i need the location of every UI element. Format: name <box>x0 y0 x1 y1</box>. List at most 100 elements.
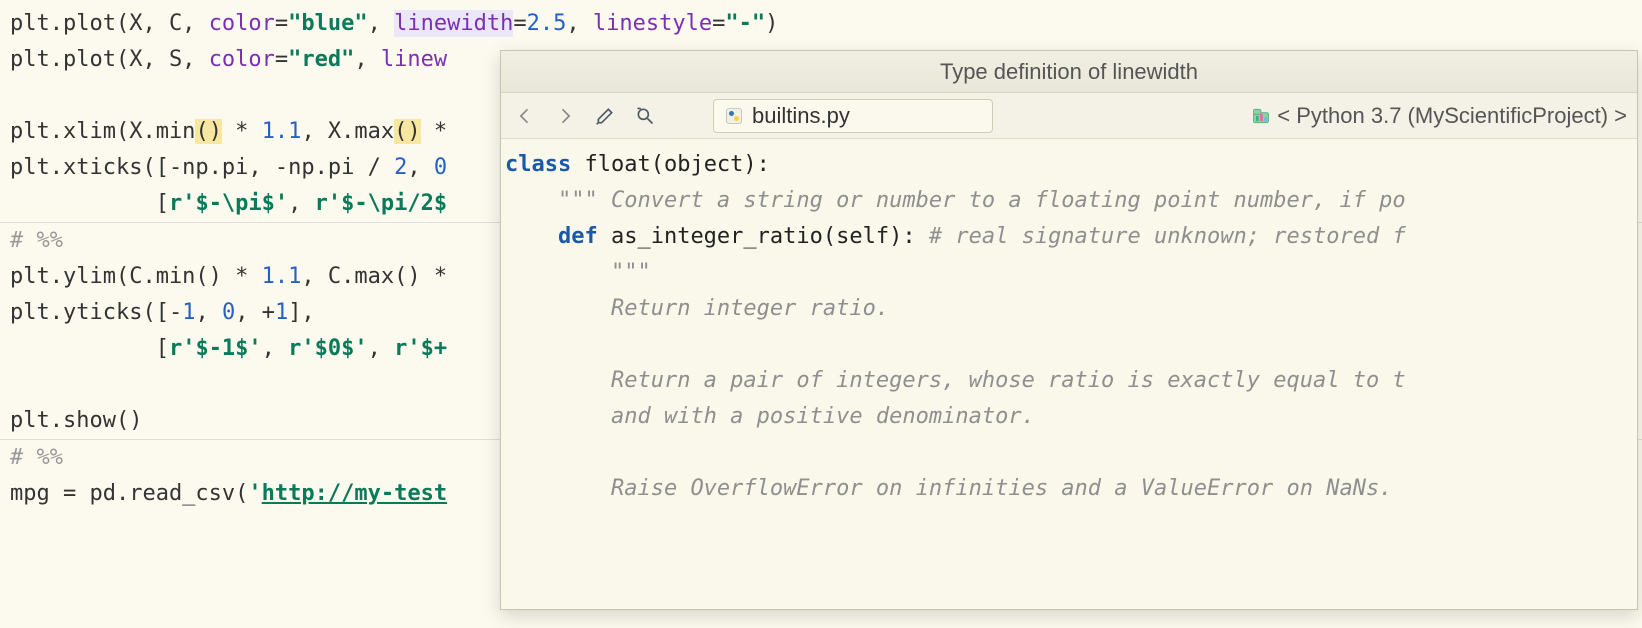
forward-icon[interactable] <box>551 102 579 130</box>
code-token: ) <box>209 119 222 144</box>
code-token: 0 <box>434 155 447 180</box>
code-token: , <box>262 336 289 361</box>
code-token: 0 <box>222 300 235 325</box>
code-token: * <box>222 119 262 144</box>
popup-code-line: Return integer ratio. <box>505 291 1637 327</box>
code-token: , <box>566 11 593 36</box>
code-token: plt.plot(X, S, <box>10 47 209 72</box>
code-token: = <box>275 11 288 36</box>
code-token: http://my-test <box>262 481 447 506</box>
code-token: ], <box>288 300 315 325</box>
code-token: linewidth <box>394 10 513 37</box>
code-token <box>505 476 611 501</box>
code-token: linew <box>381 47 447 72</box>
code-token <box>505 296 611 321</box>
code-token: # %% <box>10 445 63 470</box>
code-token: linestyle <box>593 11 712 36</box>
code-token: , + <box>235 300 275 325</box>
code-token: ( <box>195 119 208 144</box>
code-token: 2.5 <box>527 11 567 36</box>
find-icon[interactable] <box>631 102 659 130</box>
code-line[interactable]: plt.plot(X, C, color="blue", linewidth=2… <box>10 6 1642 42</box>
code-token <box>505 188 558 213</box>
code-token: plt.yticks([- <box>10 300 182 325</box>
code-token: # real signature unknown; restored f <box>929 224 1406 249</box>
code-token: plt.xlim(X.min <box>10 119 195 144</box>
code-token: 1 <box>275 300 288 325</box>
popup-code-line: Return a pair of integers, whose ratio i… <box>505 363 1637 399</box>
code-token: """ <box>611 260 651 285</box>
code-token: r'$+ <box>394 336 447 361</box>
code-token: , <box>195 300 222 325</box>
code-token: color <box>209 47 275 72</box>
code-token: ) <box>765 11 778 36</box>
popup-code-line <box>505 327 1637 363</box>
code-token: """ Convert a string or number to a floa… <box>558 188 1406 213</box>
code-token: 1.1 <box>262 264 302 289</box>
code-token: r'$-\pi$' <box>169 191 288 216</box>
project-label[interactable]: < Python 3.7 (MyScientificProject) > <box>1251 103 1627 129</box>
code-token: , X.max <box>301 119 394 144</box>
popup-code-line <box>505 435 1637 471</box>
code-token: "-" <box>725 11 765 36</box>
code-token: 2 <box>394 155 407 180</box>
code-token: class <box>505 152 584 177</box>
file-chip[interactable]: builtins.py <box>713 99 993 133</box>
code-token: plt.ylim(C.min() * <box>10 264 262 289</box>
code-token: , C.max() * <box>301 264 447 289</box>
code-token: = <box>513 11 526 36</box>
code-token: # %% <box>10 228 63 253</box>
python-file-icon <box>724 106 744 126</box>
file-name: builtins.py <box>752 103 850 129</box>
code-token: plt.plot(X, C, <box>10 11 209 36</box>
code-token: ( <box>394 119 407 144</box>
project-icon <box>1251 106 1271 126</box>
code-token: * <box>421 119 448 144</box>
code-token: 1 <box>182 300 195 325</box>
code-token <box>505 332 518 357</box>
code-token: mpg = pd.read_csv( <box>10 481 248 506</box>
code-token: plt.show() <box>10 408 142 433</box>
code-token: = <box>275 47 288 72</box>
code-token: [ <box>10 336 169 361</box>
code-token: , <box>354 47 381 72</box>
code-token: def <box>558 224 611 249</box>
popup-code-line: def as_integer_ratio(self): # real signa… <box>505 219 1637 255</box>
popup-code-line: and with a positive denominator. <box>505 399 1637 435</box>
code-token: , <box>368 336 395 361</box>
code-token <box>505 368 611 393</box>
code-token: ' <box>248 481 261 506</box>
back-icon[interactable] <box>511 102 539 130</box>
code-token: ) <box>407 119 420 144</box>
code-token <box>505 404 611 429</box>
code-token <box>505 224 558 249</box>
code-token: "blue" <box>288 11 367 36</box>
type-definition-popup: Type definition of linewidth builtins.py… <box>500 50 1638 610</box>
project-text: < Python 3.7 (MyScientificProject) > <box>1277 103 1627 129</box>
popup-title: Type definition of linewidth <box>501 51 1637 93</box>
edit-icon[interactable] <box>591 102 619 130</box>
code-token: float(object): <box>584 152 769 177</box>
popup-body[interactable]: class float(object): """ Convert a strin… <box>501 139 1637 609</box>
code-token: r'$-1$' <box>169 336 262 361</box>
code-token: "red" <box>288 47 354 72</box>
popup-code-line: """ Convert a string or number to a floa… <box>505 183 1637 219</box>
code-token: Return integer ratio. <box>611 296 889 321</box>
popup-code-line: Raise OverflowError on infinities and a … <box>505 471 1637 507</box>
popup-code-line: class float(object): <box>505 147 1637 183</box>
code-token: , <box>288 191 315 216</box>
popup-code-line: """ <box>505 255 1637 291</box>
code-token: r'$0$' <box>288 336 367 361</box>
code-token: Raise OverflowError on infinities and a … <box>611 476 1392 501</box>
code-token: , <box>368 11 395 36</box>
popup-toolbar: builtins.py < Python 3.7 (MyScientificPr… <box>501 93 1637 139</box>
code-token: as_integer_ratio(self): <box>611 224 929 249</box>
code-token <box>505 440 518 465</box>
code-token: [ <box>10 191 169 216</box>
code-token: = <box>712 11 725 36</box>
code-token <box>505 260 611 285</box>
code-token: color <box>209 11 275 36</box>
code-token: and with a positive denominator. <box>611 404 1035 429</box>
code-token: r'$-\pi/2$ <box>315 191 447 216</box>
code-token: 1.1 <box>262 119 302 144</box>
